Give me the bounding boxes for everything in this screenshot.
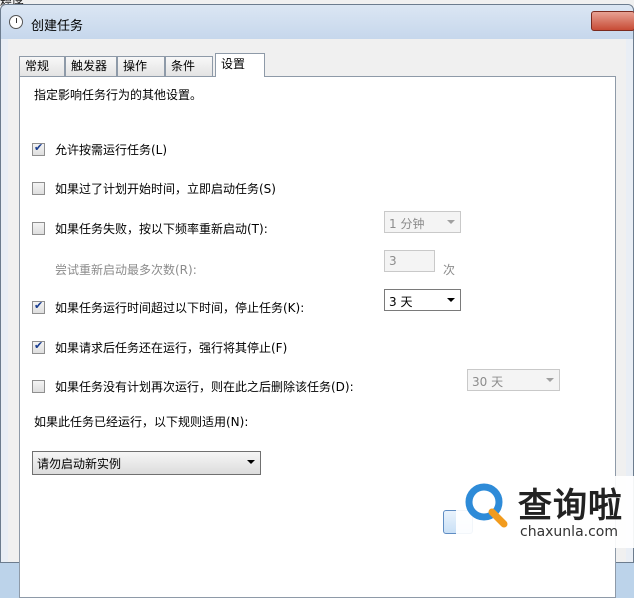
- chevron-down-icon: [447, 220, 455, 224]
- allow-on-demand-checkbox[interactable]: [32, 141, 45, 156]
- allow-on-demand-label: 允许按需运行任务(L): [55, 143, 168, 157]
- tab-conditions[interactable]: 条件: [165, 56, 213, 76]
- delete-after-value: 30 天: [472, 375, 504, 389]
- close-button[interactable]: [591, 11, 634, 31]
- restart-interval-value: 1 分钟: [389, 217, 425, 231]
- chevron-down-icon: [447, 298, 455, 302]
- search-logo-icon: [465, 483, 508, 528]
- delete-if-not-scheduled-label: 如果任务没有计划再次运行，则在此之后删除该任务(D):: [55, 380, 354, 394]
- run-asap-label: 如果过了计划开始时间，立即启动任务(S): [55, 182, 276, 196]
- stop-duration-select[interactable]: 3 天: [384, 289, 461, 311]
- force-stop-label: 如果请求后任务还在运行，强行将其停止(F): [55, 341, 288, 355]
- restart-attempts-unit: 次: [443, 263, 456, 277]
- watermark: 查询啦 chaxunla.com: [456, 476, 634, 548]
- restart-attempts-input[interactable]: 3: [384, 250, 435, 272]
- restart-attempts-label: 尝试重新启动最多次数(R):: [55, 263, 197, 277]
- stop-if-longer-checkbox[interactable]: [32, 299, 45, 314]
- restart-on-fail-label: 如果任务失败，按以下频率重新启动(T):: [55, 222, 268, 236]
- watermark-title: 查询啦: [518, 486, 623, 526]
- stop-if-longer-label: 如果任务运行时间超过以下时间，停止任务(K):: [55, 301, 305, 315]
- run-asap-checkbox[interactable]: [32, 182, 45, 195]
- restart-attempts-value: 3: [389, 254, 397, 268]
- chevron-down-icon: [247, 460, 255, 464]
- tab-settings[interactable]: 设置: [215, 53, 265, 77]
- chevron-down-icon: [546, 378, 554, 382]
- already-running-select[interactable]: 请勿启动新实例: [32, 451, 261, 475]
- delete-after-select[interactable]: 30 天: [467, 369, 560, 391]
- restart-interval-select[interactable]: 1 分钟: [384, 211, 461, 233]
- watermark-subtitle: chaxunla.com: [520, 524, 618, 540]
- already-running-value: 请勿启动新实例: [37, 457, 122, 471]
- tab-actions[interactable]: 操作: [117, 56, 165, 76]
- delete-if-not-scheduled-checkbox[interactable]: [32, 380, 45, 393]
- clock-icon: [9, 15, 23, 29]
- stop-duration-value: 3 天: [389, 295, 413, 309]
- restart-on-fail-checkbox[interactable]: [32, 222, 45, 235]
- title-bar[interactable]: 创建任务: [1, 5, 634, 39]
- tab-triggers[interactable]: 触发器: [65, 56, 117, 76]
- tab-general[interactable]: 常规: [19, 56, 65, 76]
- window-title: 创建任务: [31, 19, 84, 34]
- already-running-label: 如果此任务已经运行，以下规则适用(N):: [34, 415, 249, 429]
- force-stop-checkbox[interactable]: [32, 339, 45, 354]
- settings-intro: 指定影响任务行为的其他设置。: [34, 88, 203, 102]
